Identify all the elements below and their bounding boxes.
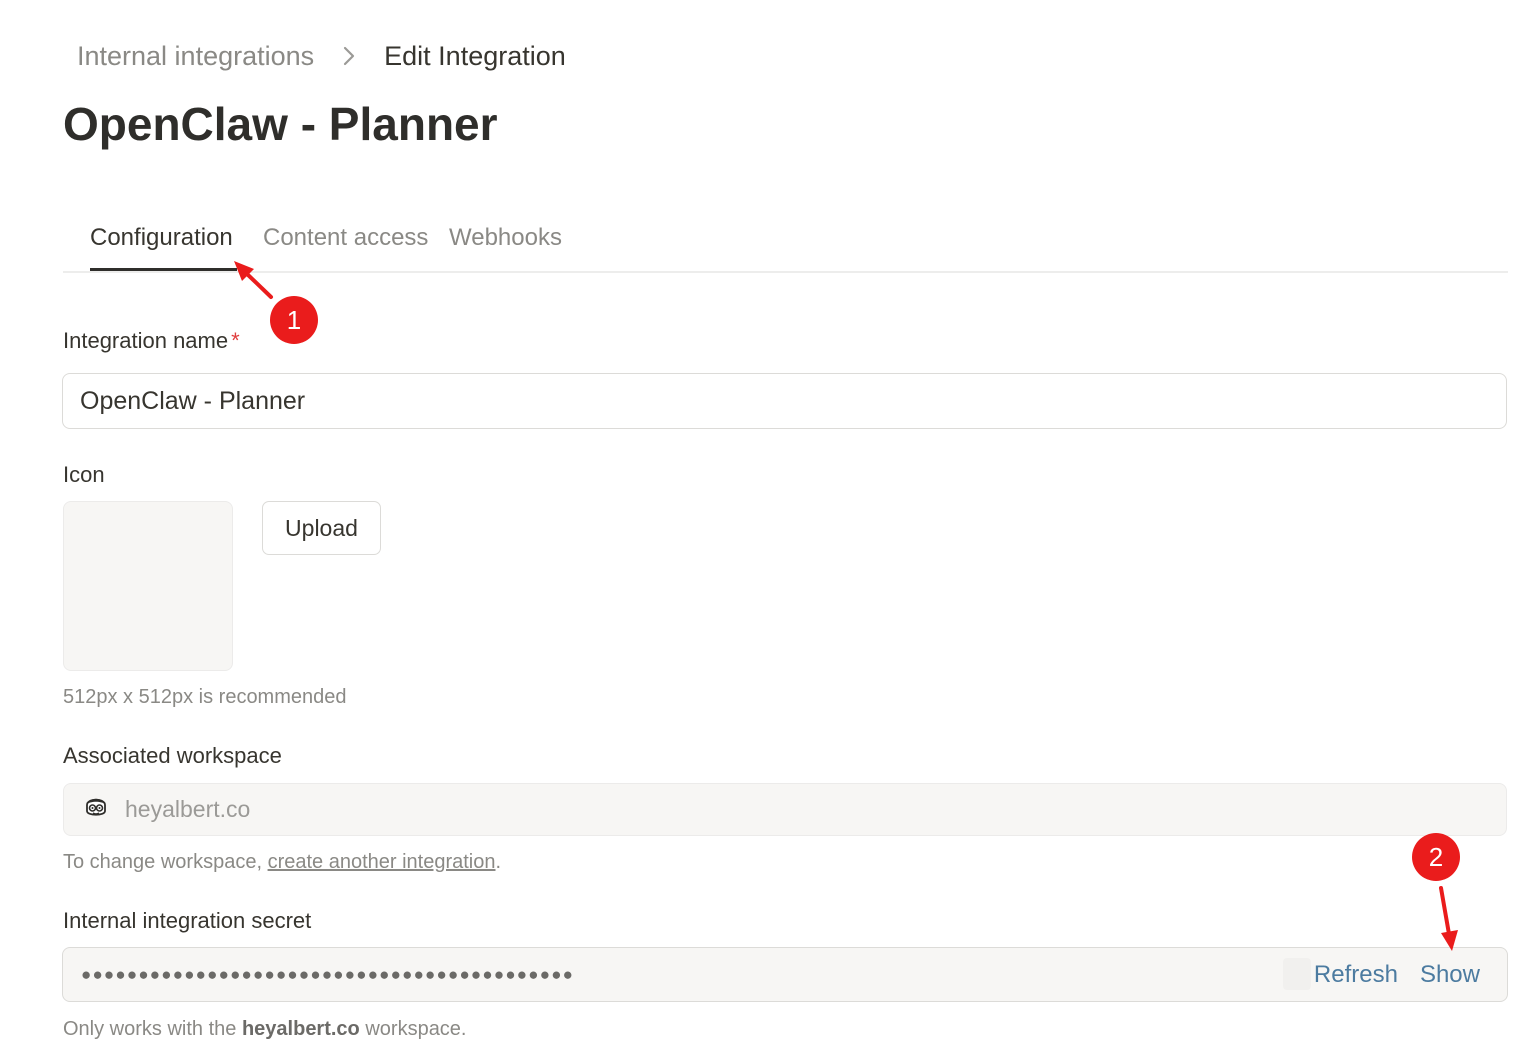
secret-masked-value: ●●●●●●●●●●●●●●●●●●●●●●●●●●●●●●●●●●●●●●●●… [81,964,575,984]
annotation-marker-1: 1 [270,296,318,344]
icon-label: Icon [63,462,105,487]
create-another-integration-link[interactable]: create another integration [268,851,496,873]
refresh-secret-button[interactable]: Refresh [1314,961,1398,989]
active-tab-indicator [90,268,237,271]
associated-workspace-label: Associated workspace [63,743,282,768]
integration-secret-field: ●●●●●●●●●●●●●●●●●●●●●●●●●●●●●●●●●●●●●●●●… [62,947,1508,1002]
chevron-right-icon [342,45,356,67]
workspace-hint-prefix: To change workspace, [63,851,268,873]
breadcrumb-current: Edit Integration [384,40,566,71]
icon-preview[interactable] [63,501,233,671]
show-secret-button[interactable]: Show [1420,961,1480,989]
tab-content-access[interactable]: Content access [263,224,428,252]
workspace-hint-suffix: . [495,851,502,873]
icon-size-hint: 512px x 512px is recommended [63,686,347,708]
secret-hint-prefix: Only works with the [63,1018,242,1040]
secret-hint-workspace: heyalbert.co [241,1018,360,1040]
secret-hint-suffix: workspace. [359,1018,467,1040]
secret-actions: Refresh Show [1314,948,1480,1001]
integration-name-label: Integration name * [63,328,240,354]
integration-name-label-text: Integration name [63,328,229,353]
secret-hint: Only works with the heyalbert.co workspa… [63,1018,467,1041]
page-title: OpenClaw - Planner [63,98,498,150]
copy-icon[interactable] [1283,958,1311,990]
integration-name-input[interactable] [62,373,1507,429]
integration-secret-label: Internal integration secret [63,908,312,933]
avatar-face-icon [84,794,108,825]
breadcrumb: Internal integrations Edit Integration [77,36,566,76]
annotation-marker-2: 2 [1412,833,1460,881]
upload-button[interactable]: Upload [262,501,381,555]
workspace-field: heyalbert.co [63,783,1507,836]
annotation-arrow-2 [1439,886,1458,951]
workspace-hint: To change workspace, create another inte… [63,851,501,874]
tab-webhooks[interactable]: Webhooks [449,224,562,252]
required-asterisk: * [231,328,240,353]
tab-configuration[interactable]: Configuration [90,224,233,252]
tab-bar: Configuration Content access Webhooks [63,220,1508,273]
workspace-name: heyalbert.co [125,796,251,822]
breadcrumb-internal-integrations-link[interactable]: Internal integrations [77,41,314,72]
